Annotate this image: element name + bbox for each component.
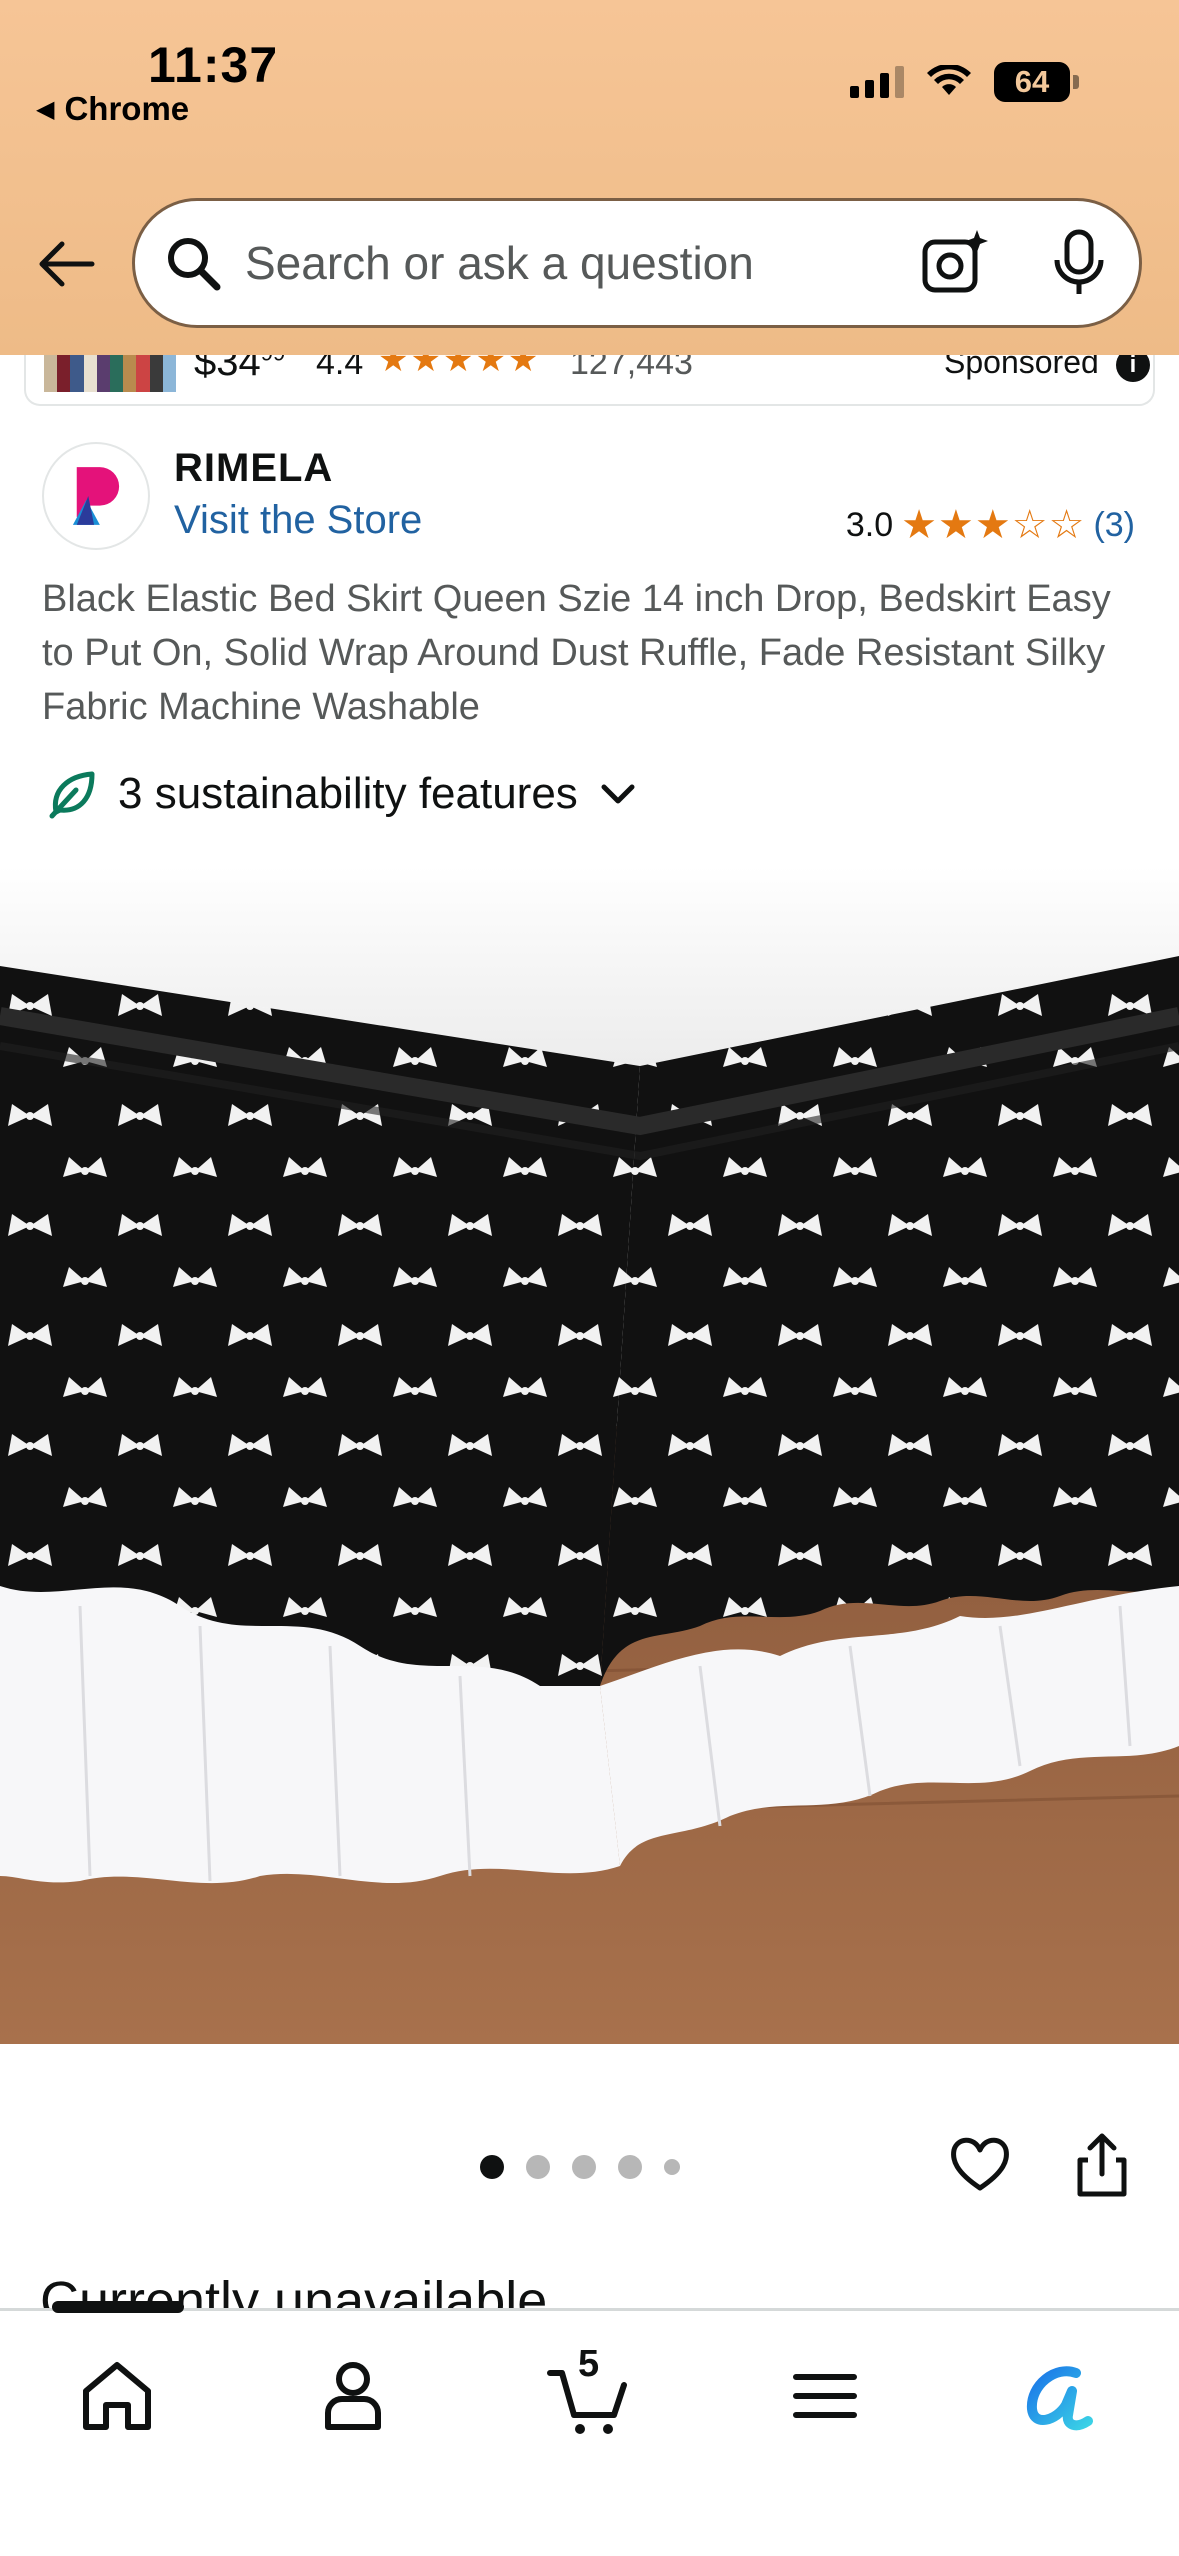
rating-value: 3.0	[845, 505, 894, 544]
product-page: 11:37 ◀ Chrome 64 Search or ask a questi…	[0, 0, 1179, 2556]
product-image[interactable]	[0, 866, 1179, 2044]
sustainability-features-toggle[interactable]: 3 sustainability features	[46, 768, 638, 820]
sustainability-label: 3 sustainability features	[118, 769, 578, 818]
status-icons: 64	[850, 62, 1079, 102]
rufus-icon[interactable]	[1016, 2351, 1106, 2441]
product-rating[interactable]: 3.0 ★★★☆☆ (3)	[846, 502, 1135, 548]
active-tab-indicator	[52, 2301, 184, 2313]
menu-icon[interactable]	[780, 2351, 870, 2441]
search-input[interactable]: Search or ask a question	[245, 236, 919, 290]
search-icon	[168, 238, 221, 291]
back-arrow-icon[interactable]	[34, 232, 98, 296]
account-icon[interactable]	[308, 2351, 398, 2441]
brand-name: RIMELA	[174, 446, 334, 490]
wifi-icon	[927, 65, 971, 95]
microphone-icon[interactable]	[1049, 228, 1109, 298]
back-triangle-icon: ◀	[36, 95, 55, 123]
header: 11:37 ◀ Chrome 64 Search or ask a questi…	[0, 0, 1179, 355]
battery-icon: 64	[994, 62, 1070, 102]
leaf-icon	[49, 771, 95, 819]
cellular-signal-icon	[850, 66, 904, 98]
carousel-dot-active[interactable]	[480, 2155, 504, 2179]
status-time: 11:37	[148, 37, 279, 93]
carousel-dot[interactable]	[526, 2155, 550, 2179]
search-bar[interactable]: Search or ask a question	[132, 198, 1142, 328]
sponsored-thumbnail	[44, 350, 177, 392]
home-icon[interactable]	[72, 2351, 162, 2441]
carousel-dot[interactable]	[572, 2155, 596, 2179]
product-title: Black Elastic Bed Skirt Queen Szie 14 in…	[42, 578, 1111, 728]
share-icon[interactable]	[1070, 2130, 1134, 2200]
store-logo[interactable]	[42, 442, 150, 550]
rating-stars: ★★★☆☆	[901, 503, 1086, 547]
camera-search-icon[interactable]	[919, 228, 989, 298]
chevron-down-icon	[601, 784, 635, 804]
battery-level: 64	[1014, 64, 1050, 99]
carousel-dot[interactable]	[664, 2159, 680, 2175]
back-app-label: Chrome	[64, 90, 190, 127]
carousel-dot[interactable]	[618, 2155, 642, 2179]
back-to-app-link[interactable]: ◀ Chrome	[36, 90, 189, 128]
review-count-link[interactable]: (3)	[1093, 506, 1135, 545]
image-carousel-dots[interactable]	[480, 2155, 680, 2179]
cart-button[interactable]: 5	[544, 2343, 634, 2441]
cart-count-badge: 5	[578, 2343, 600, 2385]
visit-store-link[interactable]: Visit the Store	[174, 498, 422, 543]
bottom-tab-bar: 5	[0, 2301, 1179, 2556]
heart-icon[interactable]	[948, 2132, 1012, 2196]
